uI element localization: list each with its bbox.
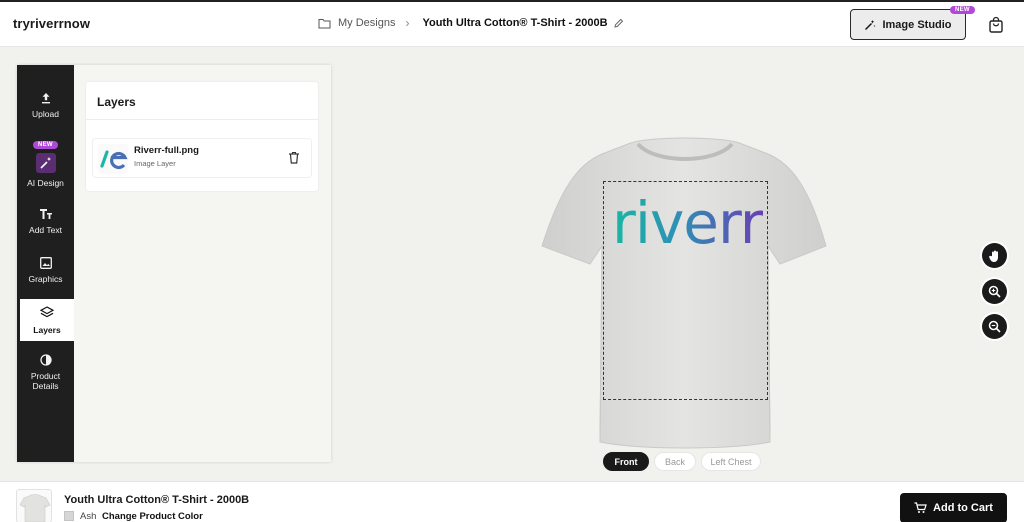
sidebar-item-label: AI Design xyxy=(27,178,64,188)
folder-icon xyxy=(318,18,331,28)
new-badge: NEW xyxy=(950,6,975,14)
layers-panel-title: Layers xyxy=(97,95,136,109)
sidebar-item-label: Product xyxy=(30,371,61,381)
brand-name[interactable]: tryriverrnow xyxy=(13,16,90,31)
layer-type: Image Layer xyxy=(134,159,176,168)
bottom-bar: Youth Ultra Cotton® T-Shirt - 2000B Ash … xyxy=(0,481,1024,522)
zoom-out-button[interactable] xyxy=(982,314,1007,339)
change-product-color-link[interactable]: Change Product Color xyxy=(102,511,203,522)
tab-back[interactable]: Back xyxy=(654,452,696,471)
add-to-cart-button[interactable]: Add to Cart xyxy=(900,493,1007,522)
pan-button[interactable] xyxy=(982,243,1007,268)
sidebar-item-label: Layers xyxy=(33,325,61,335)
breadcrumb: My Designs › Youth Ultra Cotton® T-Shirt… xyxy=(318,16,624,30)
cart-icon xyxy=(914,502,927,513)
zoom-in-icon xyxy=(988,285,1001,298)
new-badge: NEW xyxy=(33,141,58,149)
sidebar-item-add-text[interactable]: Add Text xyxy=(17,208,74,235)
layers-panel: Layers Riverr-full.png Image Layer xyxy=(86,82,318,191)
color-name: Ash xyxy=(80,511,97,522)
layer-item[interactable]: Riverr-full.png Image Layer xyxy=(92,138,312,178)
contrast-icon xyxy=(39,354,52,366)
zoom-out-icon xyxy=(988,320,1001,333)
zoom-in-button[interactable] xyxy=(982,279,1007,304)
riverr-logo-icon xyxy=(100,150,128,170)
color-swatch xyxy=(64,511,74,521)
shopping-bag-icon[interactable] xyxy=(987,16,1005,34)
image-studio-label: Image Studio xyxy=(882,18,952,31)
sidebar-item-layers[interactable]: Layers xyxy=(20,299,74,341)
sidebar-item-label: Graphics xyxy=(28,274,63,284)
sidebar-item-graphics[interactable]: Graphics xyxy=(17,257,74,284)
view-tabs: Front Back Left Chest xyxy=(603,452,766,471)
image-studio-button[interactable]: Image Studio xyxy=(850,9,966,40)
trash-icon[interactable] xyxy=(288,151,300,164)
design-title: Youth Ultra Cotton® T-Shirt - 2000B xyxy=(422,17,608,29)
add-to-cart-label: Add to Cart xyxy=(933,502,993,514)
pencil-icon[interactable] xyxy=(613,18,624,29)
sidebar-item-ai-design[interactable]: AI Design xyxy=(17,153,74,188)
print-area-boundary[interactable] xyxy=(603,181,768,400)
sidebar-item-upload[interactable]: Upload xyxy=(17,92,74,119)
image-icon xyxy=(39,257,52,269)
layer-thumbnail xyxy=(98,144,128,174)
breadcrumb-my-designs[interactable]: My Designs xyxy=(338,17,395,29)
sidebar-item-product-details[interactable]: Product Details xyxy=(17,354,74,391)
tab-left-chest[interactable]: Left Chest xyxy=(701,452,761,471)
sidebar-item-label: Upload xyxy=(32,109,59,119)
hand-icon xyxy=(988,250,998,262)
sidebar-item-label: Add Text xyxy=(29,225,62,235)
sidebar-item-label-line2: Details xyxy=(32,381,59,391)
magic-wand-icon xyxy=(35,153,56,173)
top-bar: tryriverrnow My Designs › Youth Ultra Co… xyxy=(0,0,1024,47)
magic-wand-icon xyxy=(865,19,876,30)
chevron-right-icon: › xyxy=(405,16,410,30)
tab-front[interactable]: Front xyxy=(603,452,649,471)
text-icon xyxy=(39,209,52,219)
divider xyxy=(86,119,318,120)
product-title: Youth Ultra Cotton® T-Shirt - 2000B xyxy=(64,494,250,506)
layers-icon xyxy=(40,306,54,318)
product-thumbnail xyxy=(16,489,52,522)
upload-icon xyxy=(41,93,50,104)
tool-rail: Upload AI Design Add Text Graphics Layer… xyxy=(17,65,74,462)
layer-name: Riverr-full.png xyxy=(134,145,199,156)
